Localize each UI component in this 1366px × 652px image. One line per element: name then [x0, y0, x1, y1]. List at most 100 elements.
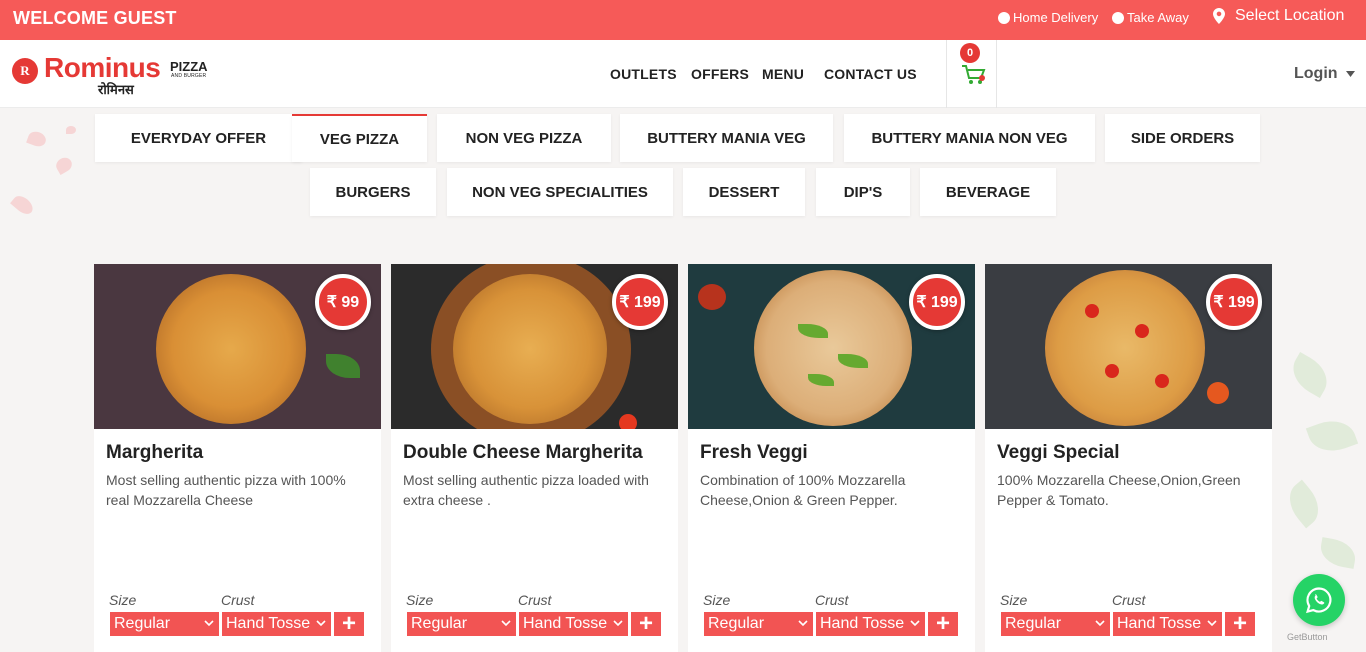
- tab-dessert[interactable]: DESSERT: [683, 168, 805, 216]
- petal-decoration: [66, 126, 76, 134]
- take-away-option[interactable]: Take Away: [1112, 10, 1189, 25]
- crust-label: Crust: [518, 592, 552, 608]
- herb-decoration: [326, 354, 360, 378]
- leaf-decoration: [1318, 537, 1358, 569]
- tomato-topping: [1155, 374, 1169, 388]
- crust-value: Hand Tosse: [1117, 615, 1202, 632]
- chili-flakes-decoration: [698, 284, 726, 310]
- home-delivery-option[interactable]: Home Delivery: [998, 10, 1098, 25]
- size-value: Regular: [411, 615, 468, 632]
- tab-everyday-offer[interactable]: EVERYDAY OFFER: [95, 114, 302, 162]
- nav-offers[interactable]: OFFERS: [691, 66, 749, 82]
- price-badge: ₹ 199: [909, 274, 965, 330]
- product-card: ₹ 99 Margherita Most selling authentic p…: [94, 264, 381, 652]
- size-select[interactable]: Regular: [704, 612, 813, 636]
- nav-menu[interactable]: MENU: [762, 66, 804, 82]
- product-title: Veggi Special: [997, 442, 1120, 463]
- take-away-label: Take Away: [1127, 10, 1189, 25]
- home-delivery-label: Home Delivery: [1013, 10, 1099, 25]
- crust-select[interactable]: Hand Tosse: [222, 612, 331, 636]
- product-description: Combination of 100% Mozzarella Cheese,On…: [700, 472, 906, 508]
- product-card: ₹ 199 Fresh Veggi Combination of 100% Mo…: [688, 264, 975, 652]
- petal-decoration: [53, 154, 75, 176]
- product-card: ₹ 199 Veggi Special 100% Mozzarella Chee…: [985, 264, 1272, 652]
- add-to-cart-button[interactable]: +: [334, 612, 364, 636]
- size-label: Size: [406, 592, 434, 608]
- size-label: Size: [109, 592, 137, 608]
- product-title: Double Cheese Margherita: [403, 442, 643, 463]
- chevron-down-icon: [798, 620, 808, 627]
- crust-label: Crust: [221, 592, 255, 608]
- select-location-label: Select Location: [1235, 7, 1345, 24]
- login-label: Login: [1294, 65, 1338, 82]
- tab-beverage[interactable]: BEVERAGE: [920, 168, 1056, 216]
- crust-select[interactable]: Hand Tosse: [519, 612, 628, 636]
- radio-icon[interactable]: [998, 11, 1010, 24]
- whatsapp-button[interactable]: [1293, 574, 1345, 626]
- tab-buttery-mania-veg[interactable]: BUTTERY MANIA VEG: [620, 114, 833, 162]
- pizza-image: [453, 274, 607, 424]
- product-description: Most selling authentic pizza with 100% r…: [106, 472, 346, 508]
- size-select[interactable]: Regular: [1001, 612, 1110, 636]
- pizza-image: [156, 274, 306, 424]
- whatsapp-icon: [1306, 587, 1332, 614]
- chevron-down-icon: [1095, 620, 1105, 627]
- size-value: Regular: [708, 615, 765, 632]
- cart-count-badge: 0: [960, 43, 980, 63]
- product-card: ₹ 199 Double Cheese Margherita Most sell…: [391, 264, 678, 652]
- brand-pizza: PIZZA: [170, 59, 208, 74]
- price-badge: ₹ 199: [1206, 274, 1262, 330]
- product-image: ₹ 199: [391, 264, 678, 429]
- crust-value: Hand Tosse: [523, 615, 608, 632]
- map-pin-icon: [1213, 8, 1225, 24]
- leaf-decoration: [1280, 479, 1328, 529]
- price-badge: ₹ 199: [612, 274, 668, 330]
- pizza-image: [754, 270, 912, 426]
- crust-value: Hand Tosse: [820, 615, 905, 632]
- size-value: Regular: [114, 615, 171, 632]
- login-dropdown[interactable]: Login: [1294, 65, 1355, 83]
- product-image: ₹ 99: [94, 264, 381, 429]
- crust-label: Crust: [1112, 592, 1146, 608]
- getbutton-credit[interactable]: GetButton: [1287, 632, 1328, 642]
- price-badge: ₹ 99: [315, 274, 371, 330]
- tab-veg-pizza[interactable]: VEG PIZZA: [292, 114, 427, 162]
- tab-burgers[interactable]: BURGERS: [310, 168, 436, 216]
- tab-buttery-mania-non-veg[interactable]: BUTTERY MANIA NON VEG: [844, 114, 1095, 162]
- tomato-decoration: [1207, 382, 1229, 404]
- tomato-topping: [1085, 304, 1099, 318]
- tab-dips[interactable]: DIP'S: [816, 168, 910, 216]
- nav-outlets[interactable]: OUTLETS: [610, 66, 677, 82]
- tab-side-orders[interactable]: SIDE ORDERS: [1105, 114, 1260, 162]
- size-select[interactable]: Regular: [407, 612, 516, 636]
- size-label: Size: [703, 592, 731, 608]
- radio-icon[interactable]: [1112, 11, 1124, 24]
- size-select[interactable]: Regular: [110, 612, 219, 636]
- leaf-decoration: [1305, 413, 1359, 459]
- brand-logo[interactable]: R Rominus PIZZA AND BURGER रोमिनस: [12, 52, 212, 98]
- product-description: 100% Mozzarella Cheese,Onion,Green Peppe…: [997, 472, 1241, 508]
- size-label: Size: [1000, 592, 1028, 608]
- tab-non-veg-specialities[interactable]: NON VEG SPECIALITIES: [447, 168, 673, 216]
- crust-select[interactable]: Hand Tosse: [816, 612, 925, 636]
- tab-non-veg-pizza[interactable]: NON VEG PIZZA: [437, 114, 611, 162]
- crust-select[interactable]: Hand Tosse: [1113, 612, 1222, 636]
- pizza-image: [1045, 270, 1205, 426]
- nav-contact-us[interactable]: CONTACT US: [824, 66, 917, 82]
- chevron-down-icon: [910, 620, 920, 627]
- brand-mark: R: [12, 58, 38, 84]
- add-to-cart-button[interactable]: +: [631, 612, 661, 636]
- chevron-down-icon: [1345, 71, 1355, 77]
- crust-label: Crust: [815, 592, 849, 608]
- cart-button[interactable]: 0: [946, 40, 997, 108]
- tomato-decoration: [619, 414, 637, 429]
- chevron-down-icon: [316, 620, 326, 627]
- select-location[interactable]: Select Location: [1213, 7, 1344, 25]
- shopping-cart-icon: [962, 65, 986, 84]
- brand-sub: AND BURGER: [171, 73, 207, 79]
- crust-value: Hand Tosse: [226, 615, 311, 632]
- chevron-down-icon: [501, 620, 511, 627]
- add-to-cart-button[interactable]: +: [928, 612, 958, 636]
- add-to-cart-button[interactable]: +: [1225, 612, 1255, 636]
- petal-decoration: [10, 192, 36, 218]
